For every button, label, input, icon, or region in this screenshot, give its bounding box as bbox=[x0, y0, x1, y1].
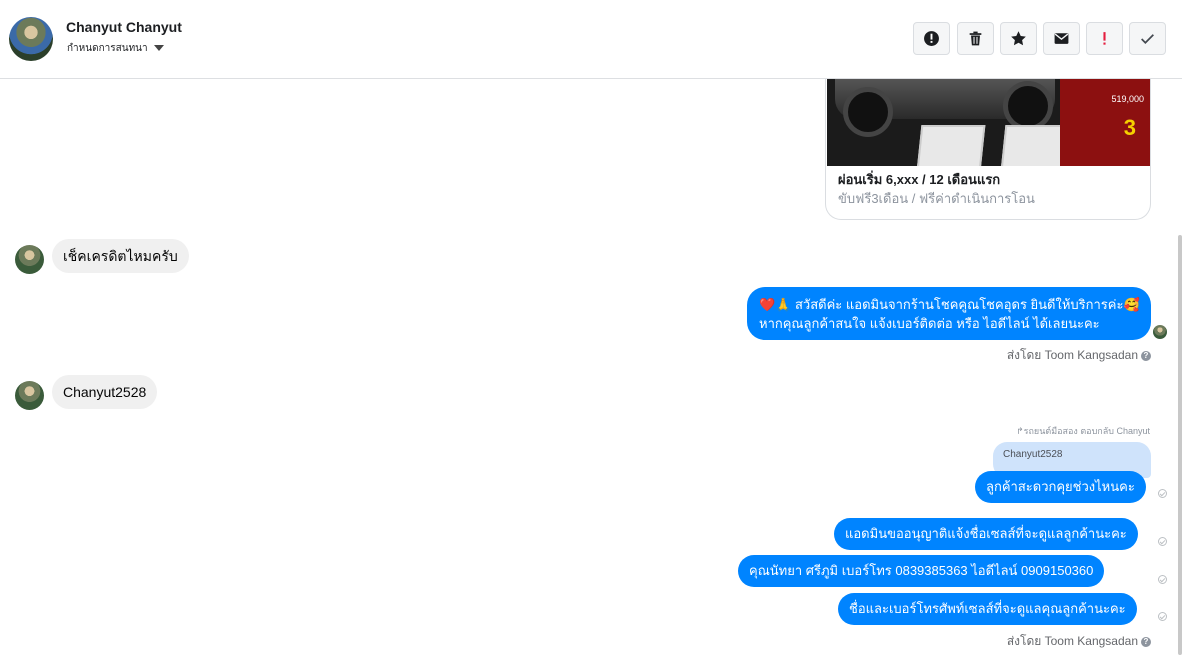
sent-check-icon bbox=[1158, 489, 1167, 498]
sent-check-icon bbox=[1158, 575, 1167, 584]
sender-avatar bbox=[15, 381, 44, 410]
contact-avatar[interactable] bbox=[9, 17, 53, 61]
caret-down-icon bbox=[153, 45, 164, 52]
incoming-message: Chanyut2528 bbox=[52, 375, 158, 409]
contact-name[interactable]: Chanyut Chanyut bbox=[66, 19, 182, 35]
sender-avatar bbox=[15, 245, 44, 274]
exclamation-icon bbox=[1103, 32, 1106, 45]
star-icon bbox=[1011, 31, 1026, 46]
check-icon bbox=[1141, 34, 1154, 44]
sent-by-label: ส่งโดย Toom Kangsadan? bbox=[1007, 632, 1151, 651]
promo-price: 519,000 bbox=[1111, 94, 1144, 104]
mark-important-button[interactable] bbox=[1086, 22, 1123, 55]
conversation-schedule-dropdown[interactable]: กำหนดการสนทนา bbox=[67, 41, 164, 56]
outgoing-message: แอดมินขออนุญาติแจ้งชื่อเซลส์ที่จะดูแลลูก… bbox=[834, 518, 1138, 550]
conversation-schedule-label: กำหนดการสนทนา bbox=[67, 43, 148, 54]
help-icon[interactable]: ? bbox=[1141, 636, 1151, 647]
sent-by-text: ส่งโดย Toom Kangsadan bbox=[1006, 348, 1138, 362]
alert-circle-icon bbox=[924, 31, 939, 46]
delete-button[interactable] bbox=[957, 22, 994, 55]
sent-by-label: ส่งโดย Toom Kangsadan? bbox=[1007, 346, 1151, 365]
message-line: ❤️🙏 สวัสดีค่ะ แอดมินจากร้านโชคคูณโชคอุดร… bbox=[759, 297, 1140, 312]
outgoing-message: คุณนัทยา ศรีภูมิ เบอร์โทร 0839385363 ไอด… bbox=[738, 555, 1105, 587]
promo-badge: 519,000 3 bbox=[1060, 79, 1150, 166]
seen-avatar bbox=[1153, 325, 1167, 339]
sent-by-text: ส่งโดย Toom Kangsadan bbox=[1006, 634, 1138, 648]
sent-check-icon bbox=[1158, 612, 1167, 621]
mail-button[interactable] bbox=[1043, 22, 1080, 55]
scrollbar[interactable] bbox=[1178, 235, 1182, 655]
help-icon[interactable]: ? bbox=[1141, 350, 1151, 361]
mark-done-button[interactable] bbox=[1129, 22, 1166, 55]
reply-label: ↱รถยนต์มือสอง ตอบกลับ Chanyut bbox=[1016, 426, 1150, 436]
envelope-icon bbox=[1054, 33, 1069, 44]
trash-icon bbox=[969, 31, 982, 46]
message-line: หากคุณลูกค้าสนใจ แจ้งเบอร์ติดต่อ หรือ ไอ… bbox=[759, 316, 1100, 331]
shared-ad-card[interactable]: 519,000 3 ผ่อนเริ่ม 6,xxx / 12 เดือนแรก … bbox=[825, 79, 1151, 220]
outgoing-message: ลูกค้าสะดวกคุยช่วงไหนคะ bbox=[975, 471, 1146, 503]
wheel-image bbox=[843, 87, 893, 137]
conversation-header: Chanyut Chanyut กำหนดการสนทนา bbox=[0, 0, 1182, 79]
incoming-message: เช็คเครดิตไหมครับ bbox=[52, 239, 189, 273]
promo-number: 3 bbox=[1123, 115, 1136, 140]
sent-check-icon bbox=[1158, 537, 1167, 546]
outgoing-message: ❤️🙏 สวัสดีค่ะ แอดมินจากร้านโชคคูณโชคอุดร… bbox=[747, 287, 1151, 340]
star-button[interactable] bbox=[1000, 22, 1037, 55]
report-button[interactable] bbox=[913, 22, 950, 55]
thumbnail-image bbox=[916, 125, 986, 166]
reply-label-text: รถยนต์มือสอง ตอบกลับ Chanyut bbox=[1023, 426, 1150, 436]
ad-card-subtitle: ขับฟรี3เดือน / ฟรีค่าดำเนินการโอน bbox=[838, 191, 1035, 206]
wheel-image bbox=[1003, 81, 1053, 131]
ad-card-title: ผ่อนเริ่ม 6,xxx / 12 เดือนแรก bbox=[838, 172, 1001, 187]
ad-card-image: 519,000 3 bbox=[827, 79, 1150, 166]
outgoing-message: ชื่อและเบอร์โทรศัพท์เซลส์ที่จะดูแลคุณลูก… bbox=[838, 593, 1137, 625]
